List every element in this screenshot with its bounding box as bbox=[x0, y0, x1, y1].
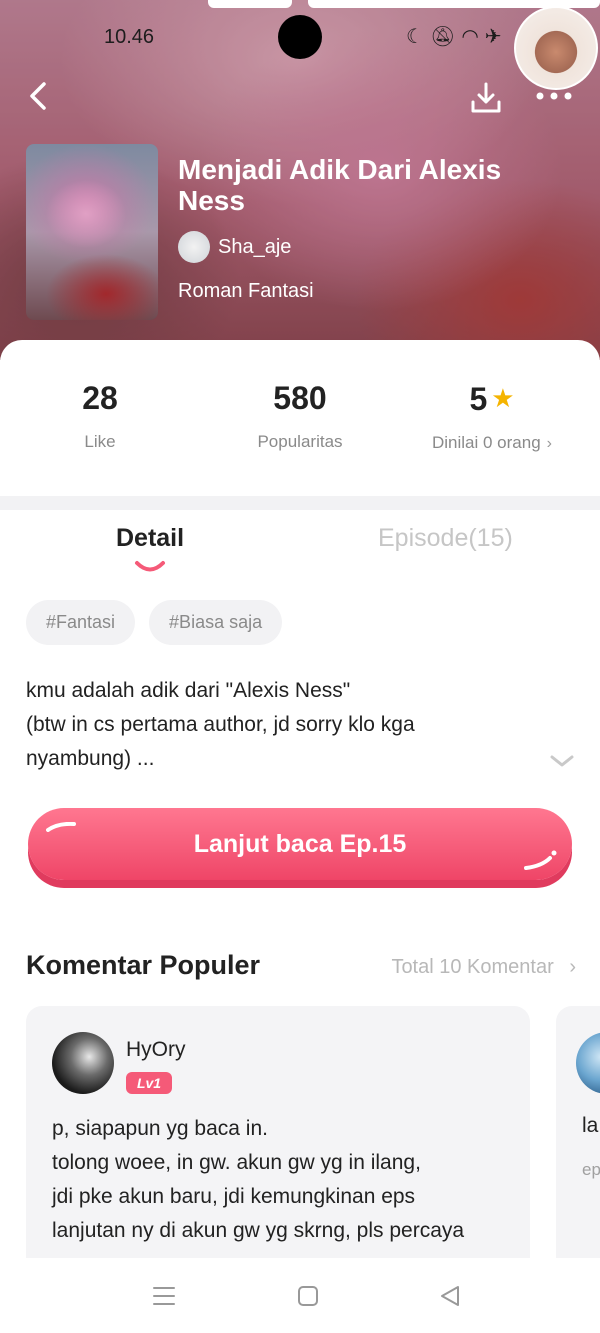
commenter-avatar[interactable] bbox=[52, 1032, 114, 1094]
comment-text: p, siapapun yg baca in. tolong woee, in … bbox=[52, 1112, 522, 1248]
back-button[interactable] bbox=[24, 76, 54, 116]
tab-detail[interactable]: Detail bbox=[116, 524, 184, 553]
description-line: (btw in cs pertama author, jd sorry klo … bbox=[26, 713, 415, 736]
popularity-label: Popularitas bbox=[257, 432, 343, 451]
chevron-right-icon: › bbox=[569, 956, 576, 978]
comment-line: tolong woee, in gw. akun gw yg in ilang, bbox=[52, 1151, 421, 1174]
commenter-avatar[interactable] bbox=[576, 1032, 600, 1094]
author-link[interactable]: Sha_aje bbox=[178, 230, 291, 264]
comment-line: jdi pke akun baru, jdi kemungkinan eps bbox=[52, 1185, 416, 1208]
home-square-icon[interactable] bbox=[294, 1282, 322, 1310]
comment-line: p, siapapun yg baca in. bbox=[52, 1117, 268, 1140]
more-dots-icon bbox=[536, 92, 572, 100]
likes-label: Like bbox=[84, 432, 116, 451]
tag-list: #Fantasi #Biasa saja bbox=[26, 600, 283, 645]
star-icon: ★ bbox=[491, 383, 515, 413]
menu-icon[interactable] bbox=[150, 1282, 178, 1310]
expand-description-icon[interactable] bbox=[548, 752, 576, 770]
stat-likes: 28 Like bbox=[0, 374, 200, 452]
comments-header: Komentar Populer Total 10 Komentar › bbox=[26, 946, 576, 986]
system-nav-bar bbox=[0, 1258, 600, 1333]
download-button[interactable] bbox=[468, 80, 504, 116]
continue-reading-label: Lanjut baca Ep.15 bbox=[193, 829, 407, 858]
tag-chip[interactable]: #Biasa saja bbox=[149, 600, 283, 645]
likes-count: 28 bbox=[82, 380, 118, 416]
rating-label: Dinilai 0 orang bbox=[431, 433, 541, 452]
airplane-icon: ✈ bbox=[484, 26, 508, 48]
more-options-button[interactable] bbox=[534, 84, 574, 108]
story-cover-image bbox=[26, 144, 158, 320]
status-bar: 10.46 ☾🔕︎◠✈ bbox=[0, 0, 600, 90]
download-icon bbox=[471, 82, 501, 113]
gloss-highlight bbox=[524, 850, 557, 870]
story-description: kmu adalah adik dari "Alexis Ness" (btw … bbox=[26, 674, 546, 776]
story-title: Menjadi Adik Dari Alexis Ness bbox=[178, 154, 502, 216]
tab-episode[interactable]: Episode(15) bbox=[378, 524, 513, 553]
commenter-name[interactable]: HyOry bbox=[126, 1038, 186, 1062]
tag-chip[interactable]: #Fantasi bbox=[26, 600, 136, 645]
comments-total: Total 10 Komentar bbox=[391, 956, 554, 978]
section-divider bbox=[0, 496, 600, 510]
description-line: kmu adalah adik dari "Alexis Ness" bbox=[26, 679, 351, 702]
moon-icon: ☾ bbox=[406, 26, 430, 48]
status-time: 10.46 bbox=[104, 26, 155, 48]
comment-line: lanjutan ny di akun gw yg skrng, pls per… bbox=[52, 1219, 465, 1242]
wifi-icon: ◠ bbox=[461, 26, 485, 48]
rating-value: 5 bbox=[469, 381, 488, 417]
comments-title: Komentar Populer bbox=[26, 950, 261, 980]
status-icons: ☾🔕︎◠✈ bbox=[406, 24, 508, 49]
tab-bar: Detail Episode(15) bbox=[0, 512, 600, 582]
camera-cutout bbox=[278, 15, 322, 59]
content-sheet: 28 Like 580 Popularitas 5 ★ Dinilai 0 ora… bbox=[0, 340, 600, 1333]
chevron-right-icon: › bbox=[546, 435, 552, 452]
stat-rating[interactable]: 5 ★ Dinilai 0 orang › bbox=[392, 374, 592, 453]
author-avatar bbox=[178, 231, 210, 263]
bell-off-icon: 🔕︎ bbox=[429, 26, 462, 48]
profile-avatar[interactable] bbox=[514, 6, 598, 90]
description-line: nyambung) ... bbox=[26, 747, 155, 770]
popularity-count: 580 bbox=[273, 380, 327, 416]
tab-active-indicator bbox=[135, 561, 165, 572]
comment-subtext: ep bbox=[582, 1160, 600, 1179]
continue-reading-button[interactable]: Lanjut baca Ep.15 bbox=[28, 808, 572, 880]
stats-row: 28 Like 580 Popularitas 5 ★ Dinilai 0 ora… bbox=[0, 374, 600, 484]
comments-total-link[interactable]: Total 10 Komentar › bbox=[391, 956, 576, 979]
comment-text: la bbox=[582, 1114, 599, 1137]
status-divider bbox=[208, 0, 292, 8]
level-badge: Lv1 bbox=[126, 1072, 172, 1094]
stat-popularity: 580 Popularitas bbox=[200, 374, 400, 452]
chevron-left-icon bbox=[30, 82, 46, 110]
genre-label[interactable]: Roman Fantasi bbox=[178, 280, 314, 303]
back-triangle-icon[interactable] bbox=[436, 1282, 464, 1310]
author-name: Sha_aje bbox=[218, 235, 292, 258]
gloss-highlight bbox=[46, 822, 76, 832]
